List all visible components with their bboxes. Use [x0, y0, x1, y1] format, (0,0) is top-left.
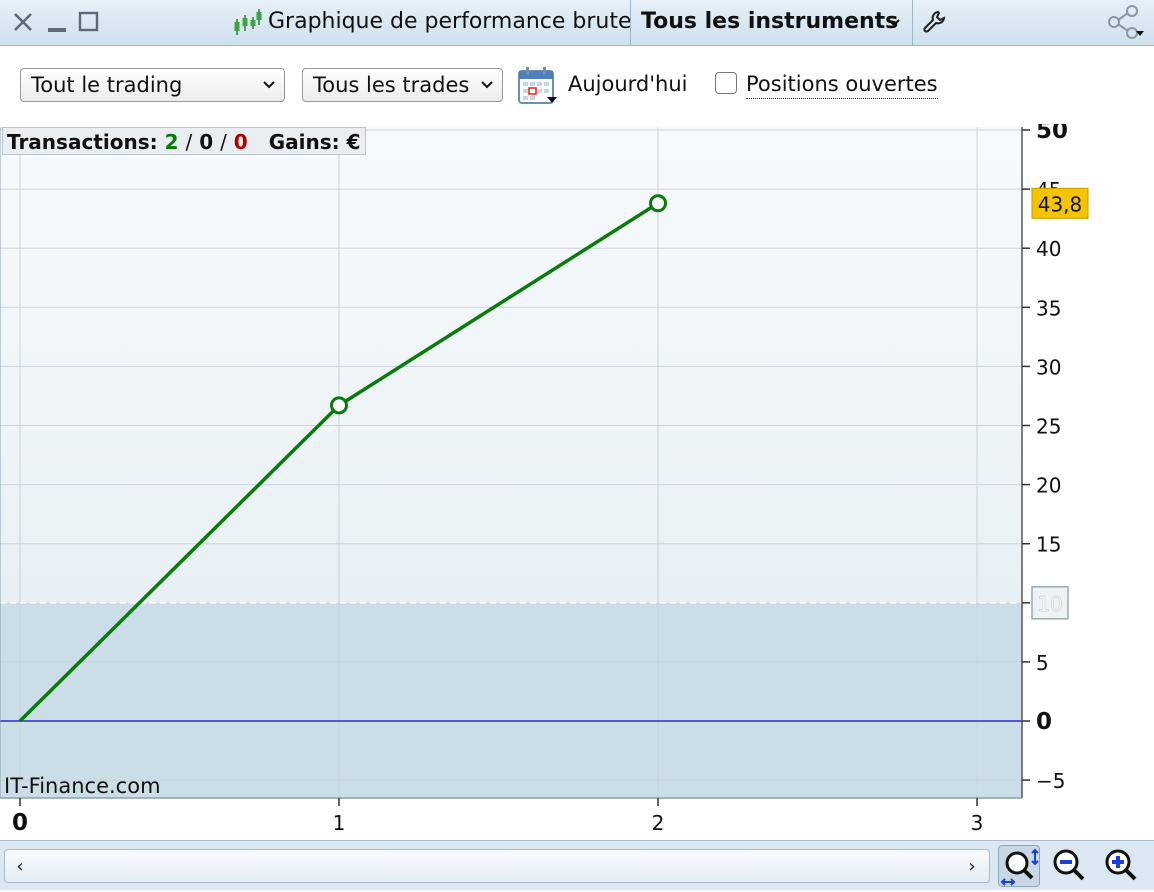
y-tick-label: 5	[1036, 651, 1049, 675]
minimize-icon[interactable]	[44, 6, 70, 38]
transactions-label: Transactions:	[7, 130, 158, 154]
open-positions-checkbox[interactable]	[715, 72, 737, 94]
currency-label: €	[346, 130, 361, 154]
chevron-down-icon	[480, 69, 494, 112]
window-titlebar: Graphique de performance brute Tous les …	[0, 0, 1154, 46]
data-point	[330, 396, 348, 415]
scroll-left-icon[interactable]: ‹	[9, 856, 31, 878]
zoom-out-icon[interactable]	[1048, 845, 1090, 887]
y-tick-label: 25	[1036, 415, 1061, 439]
threshold-badge-label: 10	[1037, 592, 1062, 616]
instruments-dropdown[interactable]: Tous les instruments	[631, 0, 912, 46]
auto-zoom-icon[interactable]	[998, 845, 1040, 887]
y-tick-label: 35	[1036, 296, 1061, 320]
data-point	[649, 194, 667, 213]
horizontal-scrollbar[interactable]: ‹ ›	[0, 840, 996, 890]
filter-toolbar: Tout le trading Tous les trades Aujourd'…	[0, 46, 1154, 124]
last-value-label: 43,8	[1038, 192, 1083, 216]
chevron-down-icon	[262, 69, 276, 112]
trades-select[interactable]: Tous les trades	[302, 68, 503, 102]
gains-label: Gains:	[268, 130, 340, 154]
maximize-icon[interactable]	[76, 6, 102, 38]
y-tick-label: 30	[1036, 355, 1061, 379]
chevron-down-icon	[888, 19, 900, 27]
neutral-count: 0	[199, 130, 214, 154]
zoom-controls	[996, 840, 1154, 890]
window-title: Graphique de performance brute	[268, 9, 632, 34]
date-label[interactable]: Aujourd'hui	[568, 70, 688, 98]
y-tick-label: 40	[1036, 237, 1061, 261]
x-tick-label: 0	[12, 810, 28, 836]
transactions-summary: Transactions: 2 / 0 / 0 Gains: €	[2, 127, 366, 155]
candlestick-chart-icon	[232, 6, 262, 38]
x-tick-label: 1	[333, 811, 346, 835]
open-positions-label[interactable]: Positions ouvertes	[746, 70, 938, 99]
x-tick-label: 2	[652, 811, 665, 835]
y-tick-label: 20	[1036, 474, 1061, 498]
calendar-icon[interactable]	[517, 66, 559, 106]
scroll-right-icon[interactable]: ›	[961, 856, 983, 878]
watermark: IT-Finance.com	[4, 774, 161, 798]
titlebar-separator	[912, 0, 913, 46]
scrollbar-track[interactable]: ‹ ›	[4, 849, 990, 883]
y-tick-label: 15	[1036, 533, 1061, 557]
below-threshold-area	[0, 602, 1022, 798]
trading-select-value: Tout le trading	[31, 73, 183, 97]
close-icon[interactable]	[8, 6, 38, 38]
x-tick-label: 3	[971, 811, 984, 835]
y-tick-label: −5	[1036, 769, 1065, 793]
y-tick-label: 50	[1036, 124, 1068, 144]
share-icon[interactable]	[1104, 5, 1148, 39]
count-separator: /	[185, 130, 193, 154]
instruments-label: Tous les instruments	[641, 9, 899, 34]
y-tick-label: 0	[1036, 709, 1052, 735]
count-separator: /	[220, 130, 227, 154]
trades-select-value: Tous les trades	[313, 73, 470, 97]
zoom-in-icon[interactable]	[1100, 845, 1142, 887]
performance-chart[interactable]: 50454035302520151050−5 0123 43,810	[0, 124, 1154, 840]
trading-select[interactable]: Tout le trading	[20, 68, 285, 102]
losses-count: 0	[233, 130, 248, 154]
wrench-icon[interactable]	[918, 6, 950, 38]
wins-count: 2	[164, 130, 179, 154]
